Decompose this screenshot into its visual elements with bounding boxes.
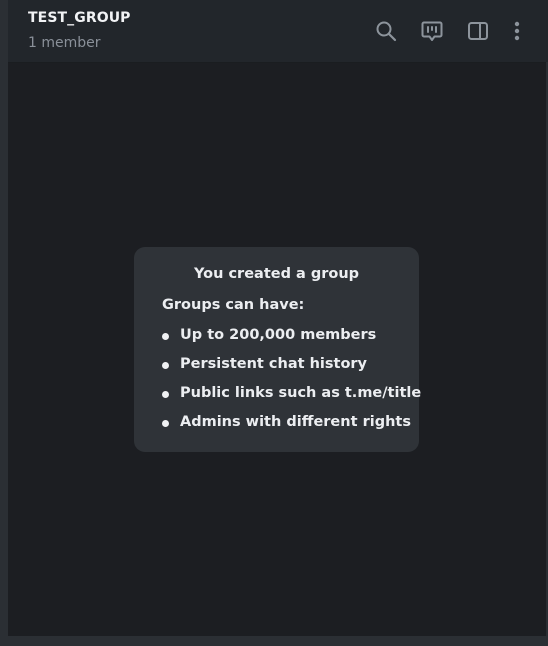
discussion-icon[interactable] [419,18,445,44]
bullet-icon [162,391,169,398]
member-count[interactable]: 1 member [28,35,101,51]
feature-text: Up to 200,000 members [180,327,377,343]
search-icon[interactable] [373,18,399,44]
chat-window: TEST_GROUP 1 member You created a group … [0,0,548,646]
feature-item: Persistent chat history [162,356,421,385]
sidebar-toggle-icon[interactable] [465,18,491,44]
bullet-icon [162,420,169,427]
feature-item: Up to 200,000 members [162,327,421,356]
bullet-icon [162,333,169,340]
feature-text: Admins with different rights [180,414,411,430]
message-area[interactable]: You created a group Groups can have: Up … [8,63,546,636]
group-title[interactable]: TEST_GROUP [28,10,131,26]
feature-text: Persistent chat history [180,356,368,372]
feature-item: Admins with different rights [162,414,421,443]
group-created-notice: You created a group Groups can have: Up … [134,247,421,452]
feature-list: Up to 200,000 members Persistent chat hi… [162,327,421,443]
chat-header[interactable]: TEST_GROUP 1 member [8,0,548,63]
more-vertical-icon[interactable] [504,18,530,44]
notice-lead: Groups can have: [162,297,305,313]
bottom-panel-edge [8,636,548,646]
bullet-icon [162,362,169,369]
notice-title: You created a group [193,266,360,282]
feature-item: Public links such as t.me/title [162,385,421,414]
feature-text: Public links such as t.me/title [180,385,422,401]
left-panel-edge [0,0,8,646]
